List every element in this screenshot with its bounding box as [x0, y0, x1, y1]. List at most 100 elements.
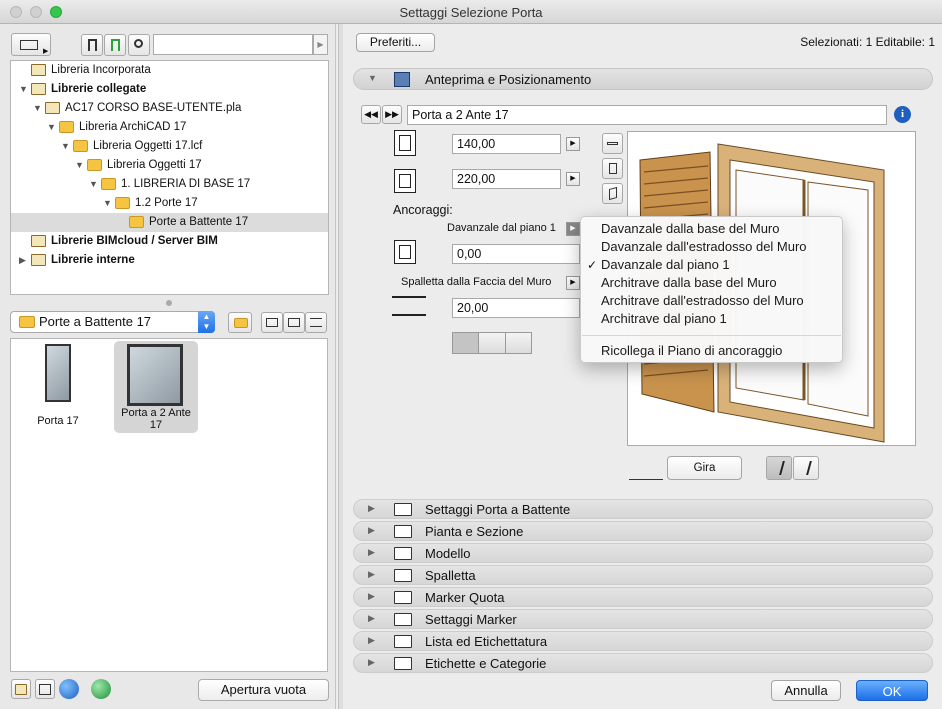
- section-icon: [394, 547, 412, 560]
- mirror-right-button[interactable]: [793, 456, 819, 480]
- section-label: Settaggi Porta a Battente: [425, 502, 571, 517]
- tree-item[interactable]: ▼ 1.2 Porte 17: [11, 194, 328, 213]
- reveal-type-option-2[interactable]: [479, 333, 506, 353]
- tree-item-label: Libreria Incorporata: [51, 64, 151, 76]
- settings-section[interactable]: ▶ Spalletta: [353, 565, 933, 585]
- library-item-selected[interactable]: Porta a 2 Ante 17: [114, 341, 198, 433]
- anchor-menu-item[interactable]: Architrave dall'estradosso del Muro: [601, 293, 804, 308]
- height-menu-button[interactable]: ▶: [566, 172, 580, 186]
- flip-button[interactable]: Gira: [667, 456, 742, 480]
- tree-item[interactable]: ▼ Libreria Oggetti 17.lcf: [11, 137, 328, 156]
- width-menu-button[interactable]: ▶: [566, 137, 580, 151]
- view-list-button[interactable]: [305, 312, 327, 333]
- disclosure-open-icon[interactable]: ▼: [33, 99, 43, 118]
- preview-section-header[interactable]: ▼ Anteprima e Posizionamento: [353, 68, 933, 90]
- tree-item[interactable]: Librerie BIMcloud / Server BIM: [11, 232, 328, 251]
- relink-anchor-menu-item[interactable]: Ricollega il Piano di ancoraggio: [601, 343, 782, 358]
- anchor-value-field[interactable]: 0,00: [452, 244, 580, 264]
- tree-item[interactable]: ▼ Librerie collegate: [11, 80, 328, 99]
- anchor-mode-menu[interactable]: Davanzale dalla base del Muro Davanzale d…: [580, 216, 843, 363]
- tree-item[interactable]: ▼ Libreria ArchiCAD 17: [11, 118, 328, 137]
- disclosure-open-icon[interactable]: ▼: [61, 137, 71, 156]
- preview-elevation-button[interactable]: [602, 158, 623, 179]
- library-manager-button[interactable]: [11, 679, 31, 699]
- cancel-button[interactable]: Annulla: [771, 680, 841, 701]
- preview-plan-button[interactable]: [602, 133, 623, 154]
- settings-section[interactable]: ▶ Marker Quota: [353, 587, 933, 607]
- reveal-mode-menu-button[interactable]: ▶: [566, 276, 580, 290]
- settings-section[interactable]: ▶ Modello: [353, 543, 933, 563]
- tree-item[interactable]: Porte a Battente 17: [11, 213, 328, 232]
- folder-select[interactable]: Porte a Battente 17 ▲ ▼: [10, 311, 215, 333]
- anchor-menu-item[interactable]: Davanzale dall'estradosso del Muro: [601, 239, 807, 254]
- anchor-mode-menu-button[interactable]: ▶: [566, 222, 580, 236]
- splitter-handle[interactable]: [166, 300, 172, 306]
- section-icon: [394, 591, 412, 604]
- disclosure-open-icon[interactable]: ▼: [75, 156, 85, 175]
- library-tree[interactable]: Libreria Incorporata ▼ Librerie collegate ▼…: [10, 60, 329, 295]
- linked-libraries-icon: [31, 83, 46, 95]
- archive-icon: [45, 102, 60, 114]
- open-empty-button[interactable]: Apertura vuota: [198, 679, 329, 701]
- upload-icon[interactable]: [91, 679, 111, 699]
- disclosure-open-icon[interactable]: ▼: [89, 175, 99, 194]
- list-icon: [310, 318, 322, 327]
- search-go-button[interactable]: ▶: [313, 34, 328, 55]
- globe-icon[interactable]: [59, 679, 79, 699]
- chevron-down-icon: ▼: [368, 73, 377, 83]
- favorites-button[interactable]: Preferiti...: [356, 33, 435, 52]
- tree-item[interactable]: ▶ Librerie interne: [11, 251, 328, 270]
- tree-item[interactable]: ▼ Libreria Oggetti 17: [11, 156, 328, 175]
- section-label: Spalletta: [425, 568, 476, 583]
- settings-section[interactable]: ▶ Etichette e Categorie: [353, 653, 933, 673]
- anchor-menu-item[interactable]: Davanzale dal piano 1: [601, 257, 730, 272]
- reveal-type-segmented-control[interactable]: [452, 332, 532, 354]
- reveal-type-option-3[interactable]: [506, 333, 532, 353]
- tree-item[interactable]: Libreria Incorporata: [11, 61, 328, 80]
- filter-doors-toggle[interactable]: [81, 34, 103, 56]
- library-item[interactable]: Porta 17: [29, 343, 87, 431]
- tree-item-label: Librerie interne: [51, 254, 135, 266]
- ok-button[interactable]: OK: [856, 680, 928, 701]
- anchor-menu-item[interactable]: Architrave dalla base del Muro: [601, 275, 777, 290]
- settings-section[interactable]: ▶ Lista ed Etichettatura: [353, 631, 933, 651]
- section-label: Marker Quota: [425, 590, 505, 605]
- next-object-button[interactable]: ▶▶: [382, 105, 402, 124]
- anchor-menu-item[interactable]: Architrave dal piano 1: [601, 311, 727, 326]
- view-small-icons-button[interactable]: [283, 312, 305, 333]
- settings-section[interactable]: ▶ Settaggi Marker: [353, 609, 933, 629]
- height-field[interactable]: 220,00: [452, 169, 561, 189]
- width-field[interactable]: 140,00: [452, 134, 561, 154]
- tree-item[interactable]: ▼ 1. LIBRERIA DI BASE 17: [11, 175, 328, 194]
- tree-item[interactable]: ▼ AC17 CORSO BASE-UTENTE.pla: [11, 99, 328, 118]
- search-input[interactable]: [153, 34, 313, 55]
- disclosure-open-icon[interactable]: ▼: [47, 118, 57, 137]
- mirror-left-button[interactable]: [766, 456, 792, 480]
- preview-3d-button[interactable]: [602, 183, 623, 204]
- object-name-field[interactable]: Porta a 2 Ante 17: [407, 105, 887, 125]
- disclosure-closed-icon[interactable]: ▶: [19, 251, 29, 270]
- search-button[interactable]: [128, 34, 150, 56]
- large-icons-icon: [266, 318, 278, 327]
- section-label: Settaggi Marker: [425, 612, 517, 627]
- tree-item-label: Libreria Oggetti 17.lcf: [93, 140, 203, 152]
- chevron-updown-icon: ▲ ▼: [198, 311, 215, 333]
- anchor-menu-item[interactable]: Davanzale dalla base del Muro: [601, 221, 780, 236]
- tree-item-label: Librerie BIMcloud / Server BIM: [51, 235, 218, 247]
- folder-up-button[interactable]: [228, 312, 252, 333]
- library-items-view[interactable]: Porta 17 Porta a 2 Ante 17: [10, 338, 328, 672]
- filter-objects-toggle[interactable]: [104, 34, 126, 56]
- reveal-type-option-1[interactable]: [453, 333, 479, 353]
- settings-section[interactable]: ▶ Settaggi Porta a Battente: [353, 499, 933, 519]
- view-large-icons-button[interactable]: [261, 312, 283, 333]
- disclosure-open-icon[interactable]: ▼: [103, 194, 113, 213]
- view-mode-menu-button[interactable]: ▶: [11, 33, 51, 56]
- reveal-value-field[interactable]: 20,00: [452, 298, 580, 318]
- add-object-button[interactable]: [35, 679, 55, 699]
- info-icon[interactable]: i: [894, 106, 911, 123]
- previous-object-button[interactable]: ◀◀: [361, 105, 381, 124]
- chevron-right-icon: ▶: [368, 635, 375, 645]
- disclosure-open-icon[interactable]: ▼: [19, 80, 29, 99]
- reveal-mode-label: Spalletta dalla Faccia del Muro: [401, 276, 552, 288]
- settings-section[interactable]: ▶ Pianta e Sezione: [353, 521, 933, 541]
